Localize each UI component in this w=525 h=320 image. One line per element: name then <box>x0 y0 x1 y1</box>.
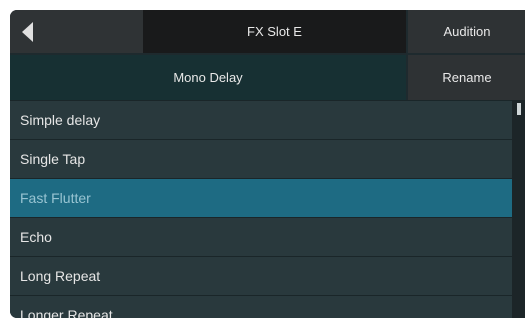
preset-item-echo[interactable]: Echo <box>10 217 512 256</box>
top-bar: FX Slot E Audition <box>10 10 525 53</box>
preset-item-simple-delay[interactable]: Simple delay <box>10 100 512 139</box>
list-scrollbar[interactable] <box>512 100 525 318</box>
preset-item-long-repeat[interactable]: Long Repeat <box>10 256 512 295</box>
preset-name-bar: Mono Delay Rename <box>10 55 525 100</box>
fx-slot-panel: FX Slot E Audition Mono Delay Rename Sim… <box>10 10 525 318</box>
preset-name: Mono Delay <box>10 55 406 100</box>
device-screen: FX Slot E Audition Mono Delay Rename Sim… <box>0 0 525 320</box>
fx-slot-title: FX Slot E <box>143 10 406 53</box>
back-triangle-icon <box>22 22 33 42</box>
preset-item-longer-repeat[interactable]: Longer Repeat <box>10 295 512 318</box>
audition-button[interactable]: Audition <box>408 10 525 53</box>
preset-item-fast-flutter[interactable]: Fast Flutter <box>10 178 512 217</box>
back-button[interactable] <box>10 10 143 53</box>
preset-list: Simple delay Single Tap Fast Flutter Ech… <box>10 100 512 318</box>
scrollbar-thumb[interactable] <box>517 103 521 115</box>
rename-button[interactable]: Rename <box>408 55 525 100</box>
preset-item-single-tap[interactable]: Single Tap <box>10 139 512 178</box>
